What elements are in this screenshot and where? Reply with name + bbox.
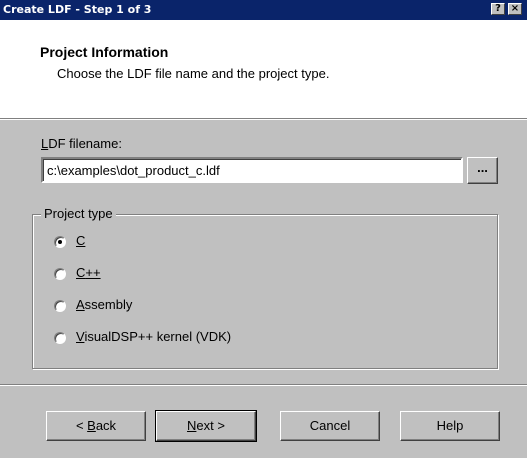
browse-button[interactable]: ... <box>467 157 498 184</box>
header-divider-highlight <box>0 119 527 120</box>
ldf-filename-label: LDF filename: <box>41 136 122 151</box>
next-button[interactable]: Next > <box>155 410 257 442</box>
radio-selected-dot <box>58 240 62 244</box>
project-type-label: Project type <box>41 206 116 221</box>
title-bar: Create LDF - Step 1 of 3 ? × <box>0 0 527 20</box>
close-icon[interactable]: × <box>508 3 522 15</box>
radio-cpp-indicator[interactable] <box>54 268 66 280</box>
radio-assembly-indicator[interactable] <box>54 300 66 312</box>
help-icon[interactable]: ? <box>491 3 505 15</box>
ldf-filename-input[interactable] <box>41 157 463 183</box>
header-subtitle: Choose the LDF file name and the project… <box>57 66 330 81</box>
footer-divider-highlight <box>0 385 527 386</box>
cancel-button[interactable]: Cancel <box>280 411 380 441</box>
radio-assembly-label[interactable]: Assembly <box>76 297 132 312</box>
radio-vdk-indicator[interactable] <box>54 332 66 344</box>
radio-c-indicator[interactable] <box>54 236 66 248</box>
back-button[interactable]: < Back <box>46 411 146 441</box>
radio-c-label[interactable]: C <box>76 233 85 248</box>
header-title: Project Information <box>40 44 169 60</box>
window-title: Create LDF - Step 1 of 3 <box>3 3 152 16</box>
radio-cpp-label[interactable]: C++ <box>76 265 101 280</box>
project-type-group <box>32 214 498 369</box>
wizard-header: Project Information Choose the LDF file … <box>0 20 527 118</box>
radio-vdk-label[interactable]: VisualDSP++ kernel (VDK) <box>76 329 231 344</box>
help-button[interactable]: Help <box>400 411 500 441</box>
